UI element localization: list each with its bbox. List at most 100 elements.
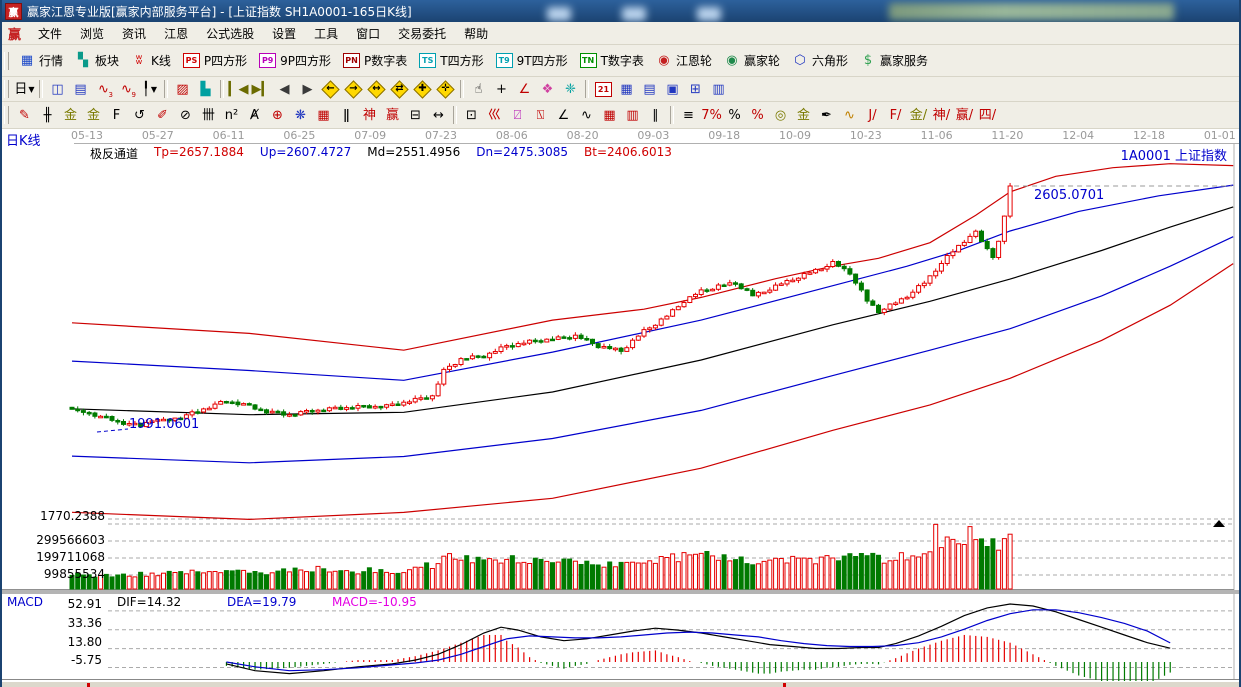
angle-measure-button[interactable]: ∠ [513,78,536,100]
wave9-button[interactable]: ∿9 [115,78,138,100]
menu-item-2[interactable]: 资讯 [113,23,155,44]
gold-divider2-tool[interactable]: 金 [82,104,105,126]
hexagon-button[interactable]: ⬡六角形 [786,49,854,72]
menu-item-4[interactable]: 公式选股 [197,23,263,44]
percent-tool[interactable]: % [723,104,746,126]
dropdown-arrow-icon[interactable]: ▼ [151,85,157,94]
win-measure-tool[interactable]: 赢 [381,104,404,126]
four-angle-tool[interactable]: 四/ [976,104,999,126]
diamond-compress-button[interactable]: ⇄ [388,78,411,100]
quotes-button[interactable]: ▦行情 [13,49,69,72]
t-number-table-button[interactable]: TNT数字表 [574,49,650,72]
kline-chart-canvas[interactable]: 05-1305-2706-1106-2507-0907-2308-0608-20… [2,129,1239,681]
calculator-button[interactable]: ▦ [615,78,638,100]
period-selector[interactable]: 日▼ [13,78,36,100]
gold-divider-tool[interactable]: 金 [59,104,82,126]
menu-item-9[interactable]: 帮助 [455,23,497,44]
order-book-button[interactable]: ▤ [638,78,661,100]
spiral-tool[interactable]: ↺ [128,104,151,126]
calendar-button[interactable]: 21 [592,78,615,100]
data-export-button[interactable]: ⊞ [684,78,707,100]
menu-item-0[interactable]: 文件 [29,23,71,44]
diamond-zoom-in-button[interactable]: ✛ [434,78,457,100]
sectors-button[interactable]: ▚板块 [69,49,125,72]
dropdown-arrow-icon[interactable]: ▼ [28,85,34,94]
horizontal-scrollbar[interactable] [2,681,1239,687]
t-square-button[interactable]: TST四方形 [413,49,489,72]
diamond-shrink-x-button[interactable]: ← [319,78,342,100]
p-number-table-button[interactable]: PNP数字表 [337,49,413,72]
print-button[interactable]: ▥ [707,78,730,100]
kline-style-selector[interactable]: ╿▼ [138,78,161,100]
last-page-button[interactable]: ▶▎ [250,78,273,100]
info-panel-button[interactable]: ▤ [69,78,92,100]
chart-area[interactable]: 05-1305-2706-1106-2507-0907-2308-0608-20… [2,129,1239,681]
crosshair-button[interactable]: + [490,78,513,100]
percent7-tool[interactable]: 7% [700,104,723,126]
gann-wheel-button[interactable]: ◉江恩轮 [650,49,718,72]
menu-item-1[interactable]: 浏览 [71,23,113,44]
ruler-tool[interactable]: ⊟ [404,104,427,126]
compass-tool[interactable]: ⊕ [266,104,289,126]
menu-item-6[interactable]: 工具 [305,23,347,44]
gann-divider-tool[interactable]: ╫ [36,104,59,126]
price-grid2-tool[interactable]: ▥ [621,104,644,126]
kline-button[interactable]: ʬK线 [125,49,177,72]
menu-item-7[interactable]: 窗口 [347,23,389,44]
winner-wheel-button[interactable]: ◉赢家轮 [718,49,786,72]
pencil2-tool[interactable]: ✐ [151,104,174,126]
shen-angle-tool[interactable]: 神/ [930,104,953,126]
diamond-expand-x-button[interactable]: → [342,78,365,100]
nine-p-square-button[interactable]: P99P四方形 [253,49,337,72]
gold-circle-tool[interactable]: ◎ [769,104,792,126]
angle-a-tool[interactable]: Ⱥ [243,104,266,126]
condition-pattern-button[interactable]: ▨ [171,78,194,100]
wave3-button[interactable]: ∿3 [92,78,115,100]
toolbar-grip[interactable] [4,52,9,70]
f-angle-tool[interactable]: F/ [884,104,907,126]
price-grid-tool[interactable]: ▦ [598,104,621,126]
menu-item-5[interactable]: 设置 [263,23,305,44]
diamond-expand-both-button[interactable]: ↔ [365,78,388,100]
menu-item-3[interactable]: 江恩 [155,23,197,44]
percent-line-tool[interactable]: % [746,104,769,126]
circle-divider-tool[interactable]: ⊘ [174,104,197,126]
gold-angle-tool[interactable]: 金/ [907,104,930,126]
n-square-tool[interactable]: n² [220,104,243,126]
pattern-search-button[interactable]: ◫ [46,78,69,100]
toolbar-grip[interactable] [4,80,9,98]
fan-lines-tool[interactable]: 巛 [483,104,506,126]
menu-item-8[interactable]: 交易委托 [389,23,455,44]
volume-ruler-tool[interactable]: ≡ [677,104,700,126]
next-button[interactable]: ▶ [296,78,319,100]
gann-box-button[interactable]: ❖ [536,78,559,100]
prev-button[interactable]: ◀ [273,78,296,100]
toolbar-grip[interactable] [4,106,9,124]
parallel-lines-tool[interactable]: ∥ [644,104,667,126]
pan-hand-button[interactable]: ☝ [467,78,490,100]
win-angle-tool[interactable]: 赢/ [953,104,976,126]
brush-tool[interactable]: ✒ [815,104,838,126]
diamond-zoom-out-button[interactable]: ✚ [411,78,434,100]
fan-shade-tool[interactable]: ⍂ [529,104,552,126]
pencil-tool[interactable]: ✎ [13,104,36,126]
first-page-button[interactable]: ▎◀ [227,78,250,100]
fan-box-tool[interactable]: ⍁ [506,104,529,126]
cobweb-tool[interactable]: ❋ [289,104,312,126]
zigzag-tool[interactable]: ∿ [575,104,598,126]
shen-measure-tool[interactable]: 神 [358,104,381,126]
p-square-button[interactable]: PSP四方形 [177,49,253,72]
nine-t-square-button[interactable]: T99T四方形 [490,49,574,72]
wave-gold-tool[interactable]: ∿ [838,104,861,126]
f-divider-tool[interactable]: F [105,104,128,126]
k-measure-tool[interactable]: ǁ [335,104,358,126]
winner-service-button[interactable]: $赢家服务 [854,49,934,72]
ray-lines-tool[interactable]: ∠ [552,104,575,126]
save-button[interactable]: ▣ [661,78,684,100]
grid-tool[interactable]: ▦ [312,104,335,126]
j-angle-tool[interactable]: J/ [861,104,884,126]
width-measure-tool[interactable]: ↔ [427,104,450,126]
gold-line-tool[interactable]: 金 [792,104,815,126]
cycle-analysis-button[interactable]: ❈ [559,78,582,100]
box-measure-tool[interactable]: ⊡ [460,104,483,126]
